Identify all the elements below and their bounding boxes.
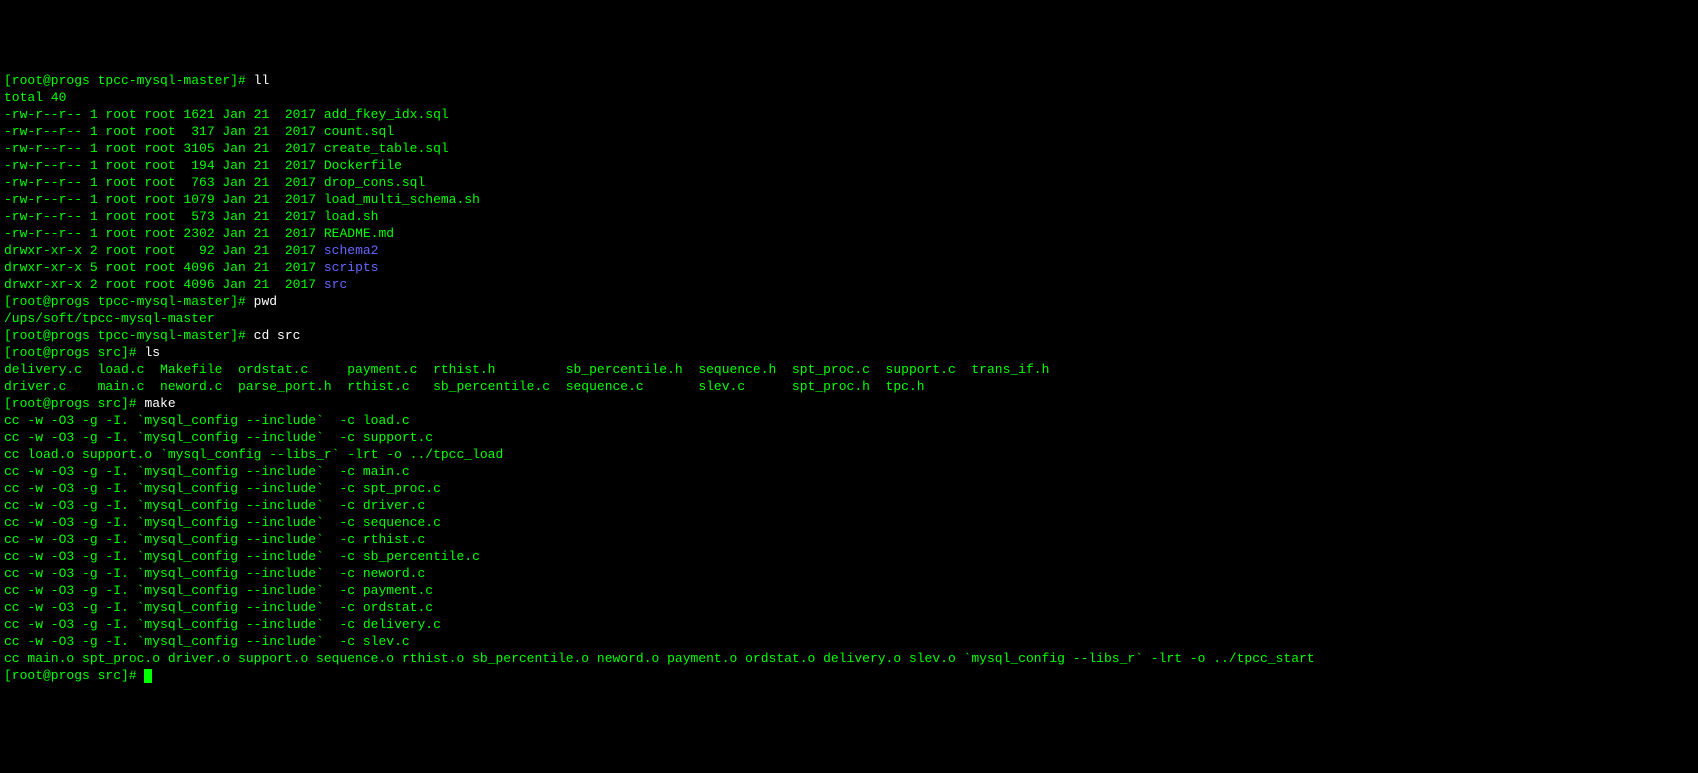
file-perms: drwxr-xr-x 5 root root 4096 Jan 21 2017 [4,260,324,275]
prompt: [root@progs src]# [4,668,137,683]
make-line: cc -w -O3 -g -I. `mysql_config --include… [4,464,410,479]
make-line: cc -w -O3 -g -I. `mysql_config --include… [4,549,480,564]
command-ll: ll [254,73,270,88]
command-pwd: pwd [254,294,277,309]
file-perms: -rw-r--r-- 1 root root 1079 Jan 21 2017 [4,192,324,207]
make-line: cc -w -O3 -g -I. `mysql_config --include… [4,413,410,428]
file-name: count.sql [324,124,394,139]
make-line: cc -w -O3 -g -I. `mysql_config --include… [4,566,425,581]
file-name: load_multi_schema.sh [324,192,480,207]
file-perms: -rw-r--r-- 1 root root 763 Jan 21 2017 [4,175,324,190]
file-name: Dockerfile [324,158,402,173]
file-name: drop_cons.sql [324,175,425,190]
prompt: [root@progs tpcc-mysql-master]# [4,73,246,88]
prompt: [root@progs tpcc-mysql-master]# [4,328,246,343]
make-line: cc -w -O3 -g -I. `mysql_config --include… [4,498,425,513]
make-line: cc load.o support.o `mysql_config --libs… [4,447,503,462]
prompt: [root@progs tpcc-mysql-master]# [4,294,246,309]
make-line: cc -w -O3 -g -I. `mysql_config --include… [4,583,433,598]
command-cd-src: cd src [254,328,301,343]
make-output: cc -w -O3 -g -I. `mysql_config --include… [4,412,1694,667]
ls-output-row1: delivery.c load.c Makefile ordstat.c pay… [4,362,1049,377]
make-line: cc -w -O3 -g -I. `mysql_config --include… [4,634,410,649]
make-line: cc -w -O3 -g -I. `mysql_config --include… [4,515,441,530]
make-line: cc -w -O3 -g -I. `mysql_config --include… [4,532,425,547]
make-line: cc -w -O3 -g -I. `mysql_config --include… [4,600,433,615]
command-ls: ls [144,345,160,360]
command-make: make [144,396,175,411]
file-perms: -rw-r--r-- 1 root root 1621 Jan 21 2017 [4,107,324,122]
ll-output: -rw-r--r-- 1 root root 1621 Jan 21 2017 … [4,106,1694,293]
make-line: cc -w -O3 -g -I. `mysql_config --include… [4,617,441,632]
prompt: [root@progs src]# [4,345,137,360]
file-perms: drwxr-xr-x 2 root root 4096 Jan 21 2017 [4,277,324,292]
terminal-output[interactable]: [root@progs tpcc-mysql-master]# ll total… [4,72,1694,684]
ls-output-row2: driver.c main.c neword.c parse_port.h rt… [4,379,925,394]
make-line: cc main.o spt_proc.o driver.o support.o … [4,651,1315,666]
total-line: total 40 [4,90,66,105]
prompt: [root@progs src]# [4,396,137,411]
file-perms: -rw-r--r-- 1 root root 194 Jan 21 2017 [4,158,324,173]
make-line: cc -w -O3 -g -I. `mysql_config --include… [4,430,433,445]
file-perms: -rw-r--r-- 1 root root 317 Jan 21 2017 [4,124,324,139]
make-line: cc -w -O3 -g -I. `mysql_config --include… [4,481,441,496]
file-perms: drwxr-xr-x 2 root root 92 Jan 21 2017 [4,243,324,258]
file-name: load.sh [324,209,379,224]
file-perms: -rw-r--r-- 1 root root 2302 Jan 21 2017 [4,226,324,241]
file-perms: -rw-r--r-- 1 root root 3105 Jan 21 2017 [4,141,324,156]
file-name: add_fkey_idx.sql [324,107,449,122]
file-perms: -rw-r--r-- 1 root root 573 Jan 21 2017 [4,209,324,224]
pwd-output: /ups/soft/tpcc-mysql-master [4,311,215,326]
file-name: scripts [324,260,379,275]
file-name: src [324,277,347,292]
file-name: schema2 [324,243,379,258]
file-name: create_table.sql [324,141,449,156]
file-name: README.md [324,226,394,241]
cursor[interactable] [144,669,152,683]
